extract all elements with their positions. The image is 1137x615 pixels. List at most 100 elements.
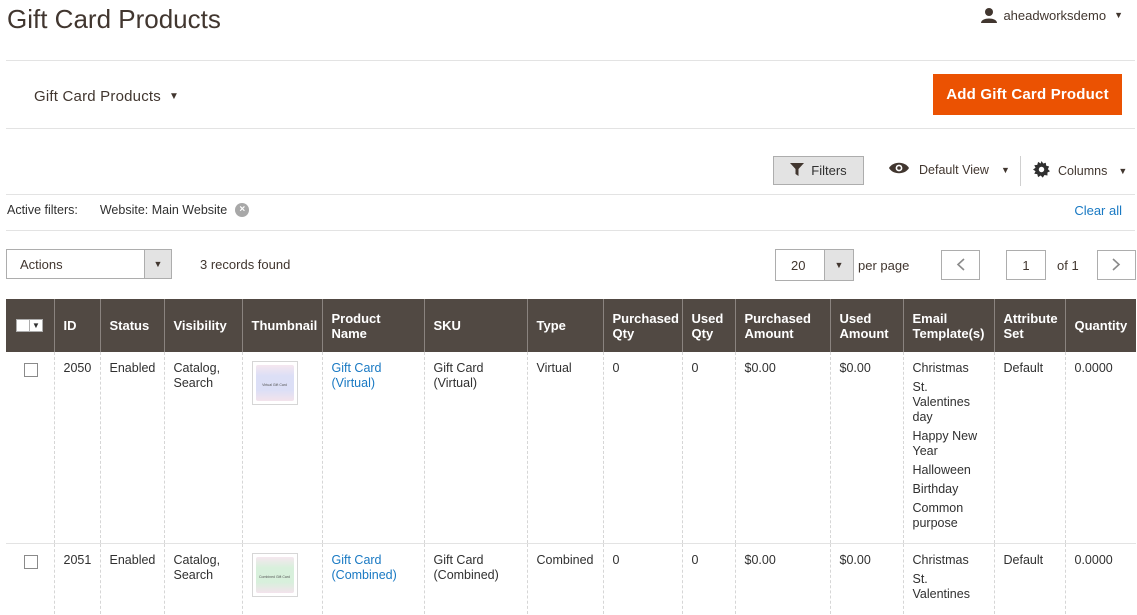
per-page-select[interactable]: 20 ▼ bbox=[775, 249, 854, 281]
column-header[interactable]: Type bbox=[526, 299, 603, 352]
view-label: Default View bbox=[919, 162, 989, 177]
product-name-link[interactable]: Gift Card (Virtual) bbox=[332, 361, 382, 390]
column-header[interactable]: Used Amount bbox=[829, 299, 903, 352]
table-header-row: ▼ ID Status Visibility Thumbnail Product… bbox=[6, 299, 1136, 352]
cell-email-templates: Christmas St. Valentines bbox=[902, 543, 994, 614]
eye-icon bbox=[888, 161, 910, 178]
divider bbox=[6, 194, 1135, 195]
user-icon bbox=[981, 7, 998, 23]
template-item: Christmas bbox=[912, 553, 969, 567]
view-switcher[interactable]: Default View ▼ bbox=[888, 161, 1010, 178]
mass-select-header[interactable]: ▼ bbox=[6, 299, 54, 352]
chevron-right-icon bbox=[1112, 255, 1121, 276]
filters-button[interactable]: Filters bbox=[773, 156, 864, 185]
column-header[interactable]: Product Name bbox=[321, 299, 424, 352]
cell-status: Enabled bbox=[99, 543, 164, 614]
cell-quantity: 0.0000 bbox=[1064, 352, 1136, 544]
grid-switcher-label: Gift Card Products bbox=[34, 88, 161, 105]
divider bbox=[6, 128, 1135, 129]
prev-page-button[interactable] bbox=[941, 250, 980, 280]
columns-control[interactable]: Columns ▼ bbox=[1033, 161, 1127, 181]
mass-select-checkbox[interactable]: ▼ bbox=[16, 319, 44, 333]
template-item: Christmas bbox=[912, 361, 969, 375]
product-thumbnail[interactable]: Combined Gift Card bbox=[251, 553, 298, 597]
column-header[interactable]: Email Template(s) bbox=[902, 299, 994, 352]
divider bbox=[6, 230, 1135, 231]
template-item: Birthday bbox=[912, 482, 959, 496]
grid-switcher[interactable]: Gift Card Products ▼ bbox=[34, 88, 179, 105]
row-checkbox[interactable] bbox=[24, 555, 38, 569]
add-gift-card-product-button[interactable]: Add Gift Card Product bbox=[933, 74, 1122, 115]
row-select-cell bbox=[6, 352, 54, 544]
cell-id: 2051 bbox=[53, 543, 100, 614]
page-input[interactable]: 1 bbox=[1006, 250, 1046, 280]
cell-purchased-qty: 0 bbox=[602, 543, 682, 614]
cell-id: 2050 bbox=[53, 352, 100, 544]
close-icon[interactable]: × bbox=[235, 203, 250, 217]
active-filters: Active filters: Website: Main Website × bbox=[7, 203, 250, 217]
product-name-link[interactable]: Gift Card (Combined) bbox=[332, 553, 397, 582]
cell-used-qty: 0 bbox=[681, 543, 735, 614]
row-select-cell bbox=[6, 544, 54, 615]
cell-purchased-amount: $0.00 bbox=[734, 543, 830, 614]
products-grid: ▼ ID Status Visibility Thumbnail Product… bbox=[6, 299, 1136, 614]
filters-label: Filters bbox=[811, 163, 847, 178]
template-item: Halloween bbox=[912, 463, 971, 477]
column-header[interactable]: Purchased Qty bbox=[602, 299, 682, 352]
cell-type: Virtual bbox=[526, 352, 603, 544]
chevron-down-icon: ▼ bbox=[824, 250, 853, 280]
page-count: of 1 bbox=[1057, 258, 1079, 273]
divider bbox=[1020, 156, 1021, 186]
cell-attribute-set: Default bbox=[993, 543, 1065, 614]
product-thumbnail[interactable]: Virtual Gift Card bbox=[251, 361, 298, 405]
next-page-button[interactable] bbox=[1097, 250, 1136, 280]
active-filters-label: Active filters: bbox=[7, 203, 78, 217]
funnel-icon bbox=[790, 162, 805, 179]
table-row[interactable]: 2050 Enabled Catalog, Search Virtual Gif… bbox=[6, 352, 1136, 544]
column-header[interactable]: Visibility bbox=[163, 299, 242, 352]
cell-used-qty: 0 bbox=[681, 352, 735, 544]
column-header[interactable]: ID bbox=[53, 299, 100, 352]
cell-product-name: Gift Card (Combined) bbox=[321, 543, 424, 614]
column-header[interactable]: SKU bbox=[423, 299, 527, 352]
thumbnail-caption: Virtual Gift Card bbox=[262, 383, 287, 387]
actions-dropdown[interactable]: Actions ▼ bbox=[6, 249, 172, 279]
thumbnail-caption: Combined Gift Card bbox=[259, 575, 290, 579]
cell-thumbnail: Combined Gift Card bbox=[241, 543, 322, 614]
page-title: Gift Card Products bbox=[7, 4, 221, 34]
cell-used-amount: $0.00 bbox=[829, 352, 903, 544]
cell-thumbnail: Virtual Gift Card bbox=[241, 352, 322, 544]
column-header[interactable]: Purchased Amount bbox=[734, 299, 830, 352]
chevron-down-icon: ▼ bbox=[1114, 10, 1123, 20]
cell-quantity: 0.0000 bbox=[1064, 543, 1136, 614]
columns-label: Columns bbox=[1058, 164, 1108, 178]
filter-chip: Website: Main Website × bbox=[99, 203, 250, 217]
per-page-value: 20 bbox=[791, 257, 806, 273]
table-row[interactable]: 2051 Enabled Catalog, Search Combined Gi… bbox=[6, 543, 1136, 615]
cell-product-name: Gift Card (Virtual) bbox=[321, 352, 424, 544]
column-header[interactable]: Quantity bbox=[1064, 299, 1136, 352]
cell-purchased-amount: $0.00 bbox=[734, 352, 830, 544]
chevron-left-icon bbox=[956, 255, 965, 276]
column-header[interactable]: Attribute Set bbox=[993, 299, 1065, 352]
divider bbox=[6, 60, 1135, 61]
user-name: aheadworksdemo bbox=[1003, 7, 1107, 23]
chevron-down-icon: ▼ bbox=[168, 91, 180, 102]
gear-icon bbox=[1033, 161, 1050, 181]
template-item: Common purpose bbox=[912, 501, 964, 530]
template-item: St. Valentines day bbox=[912, 380, 970, 424]
cell-purchased-qty: 0 bbox=[602, 352, 682, 544]
clear-all-link[interactable]: Clear all bbox=[1074, 203, 1122, 218]
cell-email-templates: Christmas St. Valentines day Happy New Y… bbox=[902, 352, 994, 544]
user-menu[interactable]: aheadworksdemo ▼ bbox=[981, 7, 1123, 23]
cell-sku: Gift Card (Virtual) bbox=[423, 352, 527, 544]
template-item: St. Valentines bbox=[912, 572, 970, 601]
chevron-down-icon: ▼ bbox=[1000, 164, 1010, 175]
row-checkbox[interactable] bbox=[24, 363, 38, 377]
column-header[interactable]: Status bbox=[99, 299, 164, 352]
column-header[interactable]: Used Qty bbox=[681, 299, 735, 352]
chevron-down-icon: ▼ bbox=[30, 319, 43, 332]
cell-used-amount: $0.00 bbox=[829, 543, 903, 614]
per-page-label: per page bbox=[858, 258, 910, 273]
filter-chip-label: Website: Main Website bbox=[99, 203, 228, 217]
